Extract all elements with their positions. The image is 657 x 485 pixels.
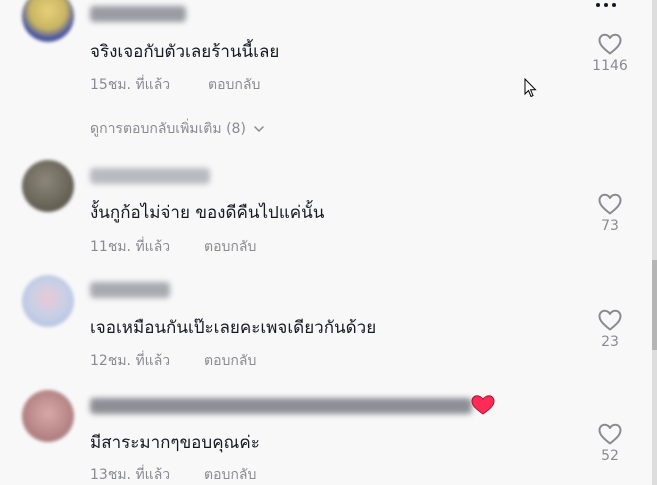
heart-outline-icon <box>598 193 622 215</box>
more-options-icon[interactable] <box>596 0 616 10</box>
avatar[interactable] <box>22 390 74 442</box>
scrollbar-track[interactable] <box>652 0 657 485</box>
like-count: 23 <box>601 334 619 350</box>
heart-outline-icon <box>598 309 622 331</box>
heart-outline-icon <box>598 423 622 445</box>
comment-time: 15ชม. ที่แล้ว <box>90 77 171 93</box>
comment-time: 11ชม. ที่แล้ว <box>90 239 171 255</box>
username-blurred[interactable] <box>90 282 170 298</box>
comment-time: 13ชม. ที่แล้ว <box>90 467 171 483</box>
comment-text: เจอเหมือนกันเป๊ะเลยคะเพจเดียวกันด้วย <box>90 318 377 338</box>
chevron-down-icon <box>254 126 264 133</box>
avatar[interactable] <box>22 275 74 327</box>
reply-button[interactable]: ตอบกลับ <box>204 236 256 258</box>
like-button[interactable]: 52 <box>588 422 632 464</box>
username-blurred[interactable] <box>90 398 472 414</box>
comment-text: มีสาระมากๆขอบคุณค่ะ <box>90 433 260 453</box>
comment-text: จริงเจอกับตัวเลยร้านนี้เลย <box>90 42 280 62</box>
like-count: 1146 <box>592 58 628 74</box>
reply-button[interactable]: ตอบกลับ <box>208 74 260 96</box>
like-count: 73 <box>601 218 619 234</box>
comment-time: 12ชม. ที่แล้ว <box>90 353 171 369</box>
mouse-cursor-icon <box>524 78 537 98</box>
comments-panel: จริงเจอกับตัวเลยร้านนี้เลย 15ชม. ที่แล้ว… <box>0 0 657 485</box>
username-blurred[interactable] <box>90 168 210 184</box>
reply-button[interactable]: ตอบกลับ <box>204 350 256 372</box>
avatar[interactable] <box>22 160 74 212</box>
view-more-replies-button[interactable]: ดูการตอบกลับเพิ่มเติม (8) <box>90 118 266 140</box>
like-count: 52 <box>601 448 619 464</box>
comment-text: งั้นกูก้อไม่จ่าย ของดีคืนไปแค่นั้น <box>90 203 325 223</box>
view-more-replies-label: ดูการตอบกลับเพิ่มเติม (8) <box>90 121 246 137</box>
like-button[interactable]: 1146 <box>588 32 632 74</box>
heart-emoji-icon <box>471 395 495 415</box>
username-blurred[interactable] <box>90 6 186 22</box>
heart-outline-icon <box>598 33 622 55</box>
reply-button[interactable]: ตอบกลับ <box>204 464 256 485</box>
like-button[interactable]: 73 <box>588 192 632 234</box>
avatar[interactable] <box>22 0 74 42</box>
like-button[interactable]: 23 <box>588 308 632 350</box>
scrollbar-thumb[interactable] <box>652 260 657 350</box>
